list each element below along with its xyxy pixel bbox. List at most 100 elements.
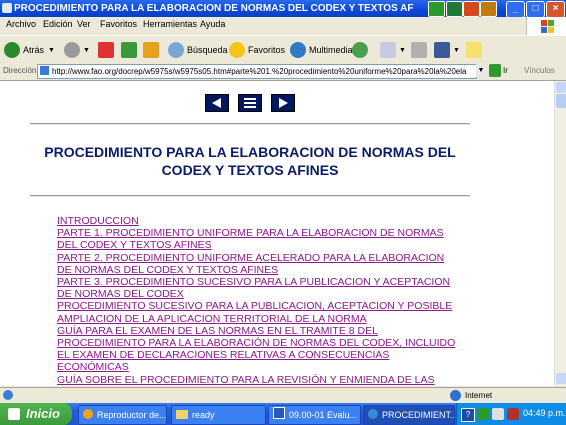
scroll-down-button[interactable]	[556, 373, 566, 384]
toc-link[interactable]: GUÍA PARA EL EXAMEN DE LAS NORMAS EN EL …	[57, 325, 457, 374]
task-media-player[interactable]: Reproductor de...	[78, 405, 167, 425]
address-bar: Dirección http://www.fao.org/docrep/w597…	[0, 63, 566, 81]
system-tray: ? 04:49 p.m.	[456, 403, 566, 425]
close-button[interactable]: ×	[546, 1, 565, 18]
arrow-left-icon	[212, 98, 221, 108]
previous-page-button[interactable]	[205, 94, 229, 112]
toc-link[interactable]: PARTE 1. PROCEDIMIENTO UNIFORME PARA LA …	[57, 227, 457, 251]
arrow-right-icon	[279, 98, 288, 108]
forward-arrow-icon	[64, 42, 80, 58]
folder-icon	[176, 410, 188, 419]
bottom-divider	[30, 195, 470, 197]
next-page-button[interactable]	[271, 94, 295, 112]
powerpoint-icon[interactable]	[463, 1, 480, 17]
back-button[interactable]: Atrás ▼	[4, 40, 55, 60]
list-icon	[244, 98, 256, 108]
go-button[interactable]: Ir	[503, 66, 508, 75]
outlook-icon[interactable]	[480, 1, 497, 17]
media-icon	[290, 42, 306, 58]
title-bar[interactable]: PROCEDIMIENTO PARA LA ELABORACION DE NOR…	[0, 0, 566, 18]
antivirus-tray-icon[interactable]	[477, 408, 489, 420]
address-input[interactable]: http://www.fao.org/docrep/w5975s/w5975s0…	[37, 64, 477, 79]
page-icon	[40, 66, 49, 75]
note-icon	[466, 42, 482, 58]
edit-button[interactable]: ▼	[434, 40, 460, 60]
task-word-document[interactable]: 09.00-01 Evalu...	[268, 405, 361, 425]
chevron-down-icon: ▼	[453, 46, 460, 54]
standard-toolbar: Atrás ▼ ▼ Búsqueda Favoritos Multimedia …	[0, 35, 566, 65]
vertical-scrollbar[interactable]	[554, 81, 566, 386]
refresh-icon	[121, 42, 137, 58]
menu-bar: Archivo Edición Ver Favoritos Herramient…	[0, 17, 566, 35]
history-button[interactable]	[352, 40, 371, 60]
ie-app-icon	[2, 3, 12, 13]
table-of-contents: INTRODUCCION PARTE 1. PROCEDIMIENTO UNIF…	[57, 215, 457, 386]
history-icon	[352, 42, 368, 58]
windows-logo-icon	[526, 17, 566, 35]
address-dropdown-button[interactable]: ▼	[476, 64, 486, 77]
toc-link[interactable]: INTRODUCCION	[57, 215, 457, 227]
word-icon[interactable]	[428, 1, 445, 17]
page-title: PROCEDIMIENTO PARA LA ELABORACION DE NOR…	[44, 144, 456, 178]
start-button[interactable]: Inicio	[0, 403, 72, 425]
address-label: Dirección	[3, 66, 37, 75]
volume-tray-icon[interactable]	[492, 408, 504, 420]
word-doc-icon	[273, 407, 285, 419]
taskbar: Inicio Reproductor de... ready 09.00-01 …	[0, 403, 566, 425]
media-button[interactable]: Multimedia	[290, 40, 353, 60]
links-label[interactable]: Vínculos	[524, 66, 555, 75]
menu-herramientas[interactable]: Herramientas	[143, 19, 197, 29]
table-of-contents-button[interactable]	[238, 94, 262, 112]
word-edit-icon	[434, 42, 450, 58]
security-tray-icon[interactable]	[507, 408, 519, 420]
toc-link[interactable]: PARTE 2. PROCEDIMIENTO UNIFORME ACELERAD…	[57, 252, 457, 276]
excel-icon[interactable]	[446, 1, 463, 17]
toc-link[interactable]: PROCEDIMIENTO SUCESIVO PARA LA PUBLICACI…	[57, 300, 457, 324]
windows-flag-icon	[8, 408, 20, 420]
page-content: PROCEDIMIENTO PARA LA ELABORACION DE NOR…	[0, 81, 554, 386]
mail-button[interactable]: ▼	[380, 40, 406, 60]
star-icon	[229, 42, 245, 58]
task-internet-explorer[interactable]: PROCEDIMIENT...	[363, 405, 455, 425]
favorites-button[interactable]: Favoritos	[229, 40, 285, 60]
scroll-up-button[interactable]	[556, 82, 566, 93]
mail-icon	[380, 42, 396, 58]
menu-archivo[interactable]: Archivo	[6, 19, 36, 29]
globe-icon	[450, 390, 461, 401]
window-title: PROCEDIMIENTO PARA LA ELABORACION DE NOR…	[14, 3, 414, 14]
search-button[interactable]: Búsqueda	[168, 40, 228, 60]
refresh-button[interactable]	[121, 40, 140, 60]
print-button[interactable]	[411, 40, 430, 60]
status-bar: Internet	[0, 387, 566, 404]
help-tray-icon[interactable]: ?	[461, 408, 475, 422]
menu-ayuda[interactable]: Ayuda	[200, 19, 225, 29]
home-icon	[143, 42, 159, 58]
stop-button[interactable]	[98, 40, 117, 60]
back-arrow-icon	[4, 42, 20, 58]
task-folder[interactable]: ready	[171, 405, 266, 425]
search-icon	[168, 42, 184, 58]
go-arrow-icon[interactable]	[489, 64, 501, 77]
toc-link[interactable]: GUÍA SOBRE EL PROCEDIMIENTO PARA LA REVI…	[57, 374, 457, 386]
ie-icon	[368, 409, 378, 419]
minimize-button[interactable]: _	[506, 1, 525, 18]
chevron-down-icon: ▼	[83, 46, 90, 54]
menu-edicion[interactable]: Edición	[43, 19, 73, 29]
chevron-down-icon: ▼	[48, 46, 55, 54]
top-divider	[30, 123, 470, 125]
media-player-icon	[83, 409, 93, 419]
ie-status-icon	[3, 390, 13, 400]
scroll-thumb[interactable]	[556, 94, 566, 108]
maximize-button[interactable]: □	[526, 1, 545, 18]
home-button[interactable]	[143, 40, 162, 60]
discuss-button[interactable]	[466, 40, 485, 60]
toc-link[interactable]: PARTE 3. PROCEDIMIENTO SUCESIVO PARA LA …	[57, 276, 457, 300]
menu-ver[interactable]: Ver	[77, 19, 91, 29]
chevron-down-icon: ▼	[399, 46, 406, 54]
forward-button[interactable]: ▼	[64, 40, 90, 60]
security-zone-label: Internet	[465, 391, 493, 400]
clock[interactable]: 04:49 p.m.	[523, 408, 566, 418]
print-icon	[411, 42, 427, 58]
stop-icon	[98, 42, 114, 58]
menu-favoritos[interactable]: Favoritos	[100, 19, 137, 29]
